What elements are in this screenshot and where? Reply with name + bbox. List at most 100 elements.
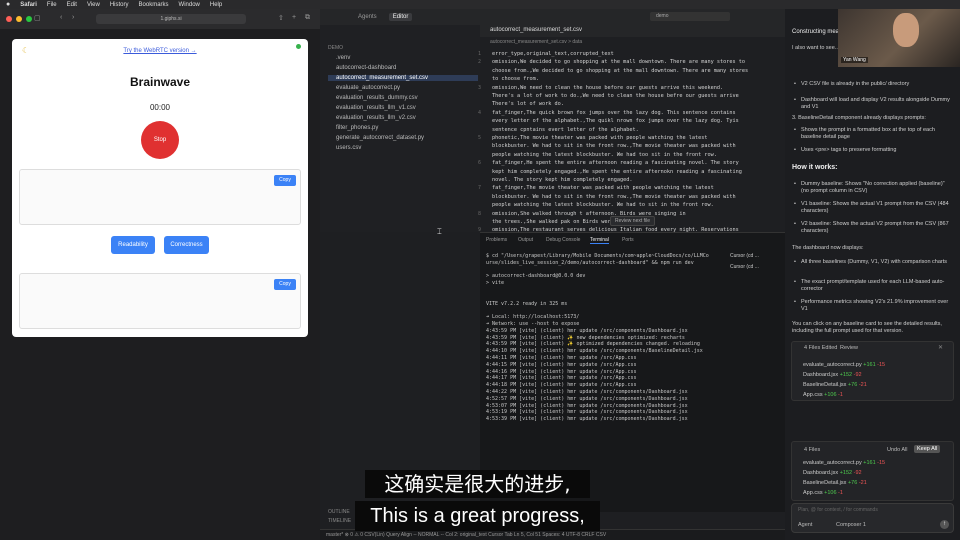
file-item[interactable]: .venv [336, 55, 350, 61]
minimize-window-icon[interactable] [16, 16, 22, 22]
breadcrumb[interactable]: autocorrect_measurement_set.csv > data [490, 39, 582, 45]
agent-input-placeholder[interactable]: Plan, @ for context, / for commands [798, 507, 878, 513]
file-item[interactable]: filter_phones.py [336, 125, 378, 131]
edited-file-row[interactable]: Dashboard.jsx +152 -92 [803, 372, 862, 378]
apple-icon[interactable]: ● [6, 1, 10, 8]
edited-file-row[interactable]: BaselineDetail.jsx +76 -21 [803, 382, 867, 388]
timeline-section[interactable]: TIMELINE [328, 518, 351, 524]
agent-point: Performance metrics showing V2's 21.9% i… [794, 299, 951, 313]
search-input[interactable]: demo [650, 12, 730, 21]
code-line[interactable]: novel. The story kept him completely eng… [492, 177, 633, 183]
edited-file-row[interactable]: evaluate_autocorrect.py +161 -15 [803, 460, 885, 466]
file-item[interactable]: evaluation_results_llm_v2.csv [336, 115, 416, 121]
file-tab-label[interactable]: autocorrect_measurement_set.csv [490, 27, 582, 33]
zoom-window-icon[interactable] [26, 16, 32, 22]
file-item[interactable]: generate_autocorrect_dataset.py [336, 135, 424, 141]
code-line[interactable]: people watching the latest blockbuster. … [492, 202, 714, 208]
menu-window[interactable]: Window [179, 2, 200, 8]
code-line[interactable]: every letter of the alphabet.,The quikl … [492, 118, 739, 124]
code-line[interactable]: people watching the latest blockbuster. … [492, 152, 717, 158]
terminal-line: 4:52:57 PM [vite] (client) hmr update /s… [486, 395, 688, 402]
url-bar[interactable]: 1.giphs.si [96, 14, 246, 24]
tab-output[interactable]: Output [518, 237, 533, 243]
code-line[interactable]: blockbuster. We had to sit in the front … [492, 143, 736, 149]
review-next-file-hint[interactable]: Review next file [610, 216, 656, 226]
file-tab[interactable]: autocorrect_measurement_set.csv [480, 25, 785, 37]
code-line[interactable]: error_type,original_text,corrupted_text [492, 51, 614, 57]
tab-problems[interactable]: Problems [486, 237, 507, 243]
file-item[interactable]: autocorrect-dashboard [336, 65, 396, 71]
tab-terminal[interactable]: Terminal [590, 237, 609, 244]
forward-icon[interactable]: › [72, 14, 74, 21]
code-line[interactable]: There's a lot of work to do.,We need to … [492, 93, 739, 99]
file-item[interactable]: users.csv [336, 145, 361, 151]
readability-button[interactable]: Readability [111, 236, 155, 254]
code-line[interactable]: fat_finger,He spent the entire afternoon… [492, 160, 739, 166]
menu-history[interactable]: History [110, 2, 129, 8]
terminal-session[interactable]: Cursor (cd ... [730, 253, 759, 259]
close-window-icon[interactable] [6, 16, 12, 22]
menu-file[interactable]: File [47, 2, 57, 8]
webrtc-link[interactable]: Try the WebRTC version → [12, 48, 308, 54]
code-line[interactable]: fat_finger,The quick brown fox jumps ove… [492, 110, 736, 116]
new-tab-icon[interactable]: + [292, 14, 296, 21]
terminal-session[interactable]: Cursor (cd ... [730, 264, 759, 270]
menu-view[interactable]: View [87, 2, 100, 8]
file-item[interactable]: evaluation_results_llm_v1.csv [336, 105, 416, 111]
file-item-selected[interactable]: autocorrect_measurement_set.csv [328, 75, 478, 81]
code-line[interactable]: omission,We need to clean the house befo… [492, 85, 723, 91]
tab-overview-icon[interactable]: ⧉ [305, 14, 310, 22]
lines-removed: -21 [858, 480, 867, 486]
code-line[interactable]: fat_finger,The movie theater was packed … [492, 185, 714, 191]
menu-safari[interactable]: Safari [20, 2, 37, 8]
tab-debug-console[interactable]: Debug Console [546, 237, 580, 243]
edited-file-row[interactable]: Dashboard.jsx +152 -92 [803, 470, 862, 476]
code-editor[interactable]: autocorrect_measurement_set.csv autocorr… [478, 25, 785, 233]
output-textarea[interactable] [19, 273, 301, 329]
share-icon[interactable]: ⇧ [278, 14, 284, 22]
file-item[interactable]: evaluate_autocorrect.py [336, 85, 400, 91]
code-line[interactable]: to choose from. [492, 76, 539, 82]
code-line[interactable]: phonetic,The movie theater was packed wi… [492, 135, 708, 141]
agent-input-box[interactable]: Plan, @ for context, / for commands Agen… [791, 503, 954, 533]
subtitle-zh: 这确实是很大的进步, [384, 472, 571, 496]
code-line[interactable]: choose from.,We decided to go shopping a… [492, 68, 748, 74]
explorer-header: DEMO [328, 45, 343, 51]
transcript-textarea[interactable] [19, 169, 301, 225]
tab-ports[interactable]: Ports [622, 237, 634, 243]
review-button[interactable]: Review [840, 345, 858, 351]
code-line[interactable]: kept him completely engaged.,He spent th… [492, 169, 742, 175]
tab-agents[interactable]: Agents [354, 13, 381, 21]
code-line[interactable]: There's lot of work do. [492, 101, 564, 107]
edited-file-row[interactable]: App.css +106 -1 [803, 392, 843, 398]
menu-help[interactable]: Help [210, 2, 222, 8]
stop-button[interactable]: Stop [141, 121, 179, 159]
terminal-line: ➜ Network: use --host to expose [486, 321, 580, 327]
connection-status-dot [296, 44, 301, 49]
menu-edit[interactable]: Edit [67, 2, 77, 8]
copy-button-top[interactable]: Copy [274, 175, 296, 186]
agent-mode-select[interactable]: Agent [798, 522, 812, 528]
code-line[interactable]: blockbuster. We had to sit in the front … [492, 194, 736, 200]
copy-button-bottom[interactable]: Copy [274, 279, 296, 290]
sidebar-toggle-icon[interactable]: ▢ [34, 14, 41, 22]
edited-file-row[interactable]: evaluate_autocorrect.py +161 -15 [803, 362, 885, 368]
undo-all-button[interactable]: Undo All [887, 447, 908, 453]
send-icon[interactable]: ↑ [940, 520, 949, 529]
collapse-icon[interactable]: ✕ [938, 344, 943, 351]
edited-file-row[interactable]: App.css +106 -1 [803, 490, 843, 496]
model-select[interactable]: Composer 1 [836, 522, 866, 528]
menu-bookmarks[interactable]: Bookmarks [139, 2, 169, 8]
file-item[interactable]: evaluation_results_dummy.csv [336, 95, 418, 101]
correctness-button[interactable]: Correctness [164, 236, 209, 254]
file-explorer: DEMO .venv autocorrect-dashboard autocor… [320, 25, 480, 232]
back-icon[interactable]: ‹ [60, 14, 62, 21]
tab-editor[interactable]: Editor [388, 13, 413, 21]
menu-bar: ● Safari File Edit View History Bookmark… [0, 0, 960, 9]
keep-all-button[interactable]: Keep All [914, 445, 941, 453]
code-line[interactable]: sentence cpntains evert letter of the al… [492, 127, 639, 133]
code-line[interactable]: omission,We decided to go shopping at th… [492, 59, 745, 65]
outline-section[interactable]: OUTLINE [328, 509, 350, 515]
edited-file-row[interactable]: BaselineDetail.jsx +76 -21 [803, 480, 867, 486]
code-line[interactable]: omission,She walked through t afternoon.… [492, 211, 686, 217]
